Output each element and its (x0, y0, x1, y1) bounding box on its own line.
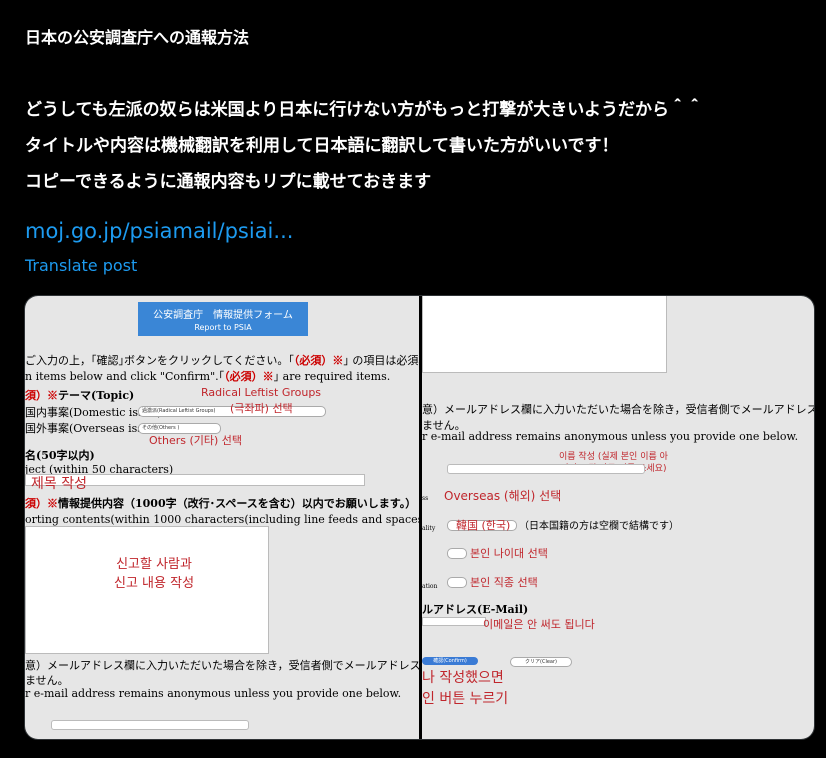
clear-button[interactable]: クリア(Clear) (510, 657, 572, 667)
email-note-en: r e-mail address remains anonymous unles… (25, 687, 402, 700)
form-screenshot-right: 意）メールアドレス欄に入力いただいた場合を除き，受信者側でメールアドレスは取得し… (422, 296, 814, 739)
email-input[interactable] (422, 617, 486, 626)
occupation-select[interactable] (447, 577, 467, 588)
annotation-title: 제목 작성 (31, 476, 87, 492)
post-media[interactable]: 公安調査庁 情報提供フォーム Report to PSIA ご入力の上，｢確認｣… (24, 295, 815, 740)
form-header-title: 公安調査庁 情報提供フォーム (153, 310, 293, 321)
annotation-age: 본인 나이대 선택 (470, 547, 548, 560)
annotation-overseas: Overseas (해외) 선택 (444, 489, 562, 503)
annotation-korea: 韓国 (한국) (456, 519, 511, 532)
form-screenshot-left: 公安調査庁 情報提供フォーム Report to PSIA ご入力の上，｢確認｣… (25, 296, 419, 739)
email-note-jp: 意）メールアドレス欄に入力いただいた場合を除き，受信者側でメールアドレスは取得し (25, 659, 419, 672)
address-label: ss (422, 495, 429, 502)
instructions-en: n items below and click "Confirm".｢（必須）※… (25, 370, 391, 383)
contents-textarea-tail (422, 296, 667, 373)
post-line: どうしても左派の奴らは米国より日本に行けない方がもっと打撃が大きいようだから＾＾ (25, 100, 703, 120)
contents-label: 須）※情報提供内容（1000字（改行･スペースを含む）以内でお願いします。） (25, 497, 417, 510)
post-line: コピーできるように通報内容もリプに載せておきます (25, 172, 432, 192)
form-header-subtitle: Report to PSIA (194, 323, 252, 332)
annotation-others: Others (기타) 선택 (149, 434, 243, 447)
annotation-radical: Radical Leftist Groups (201, 386, 322, 399)
post-body: どうしても左派の奴らは米国より日本に行けない方がもっと打撃が大きいようだから＾＾… (25, 92, 703, 200)
form-header: 公安調査庁 情報提供フォーム Report to PSIA (138, 302, 308, 336)
annotation-email: 이메일은 안 써도 됩니다 (483, 618, 595, 631)
annotation-done: 나 작성했으면 인 버튼 누르기 (422, 670, 509, 707)
occupation-label: ation (422, 583, 438, 590)
nationality-note: （日本国籍の方は空欄で結構です） (519, 521, 679, 532)
annotation-radical-ko: (극좌파) 선택 (230, 402, 293, 415)
name-input[interactable] (447, 464, 645, 474)
nationality-label: ality (422, 525, 436, 532)
title-label: 名(50字以内) (25, 449, 95, 462)
theme-label: 須）※テーマ(Topic) (25, 389, 135, 402)
name-input[interactable] (51, 720, 249, 730)
contents-label-en: orting contents(within 1000 characters(i… (25, 513, 419, 526)
age-select[interactable] (447, 548, 467, 559)
email-note-jp: 意）メールアドレス欄に入力いただいた場合を除き，受信者側でメールアドレスは取得し (422, 403, 814, 416)
post-line: タイトルや内容は機械翻訳を利用して日本語に翻訳して書いた方がいいです！ (25, 136, 619, 156)
post-title: 日本の公安調査庁への通報方法 (25, 28, 250, 47)
confirm-button[interactable]: 確認(Confirm) (422, 657, 478, 665)
annotation-content: 신고할 사람과 신고 내용 작성 (114, 557, 195, 591)
translate-post-link[interactable]: Translate post (25, 256, 137, 275)
email-note-jp2: ません。 (25, 674, 69, 687)
post-link[interactable]: moj.go.jp/psiamail/psiai... (25, 219, 293, 243)
instructions-jp: ご入力の上，｢確認｣ボタンをクリックしてください。｢（必須）※｣ の項目は必須項… (25, 354, 419, 367)
email-label: ルアドレス(E-Mail) (422, 603, 529, 616)
annotation-job: 본인 직종 선택 (470, 576, 538, 589)
email-note-en: r e-mail address remains anonymous unles… (422, 430, 799, 443)
